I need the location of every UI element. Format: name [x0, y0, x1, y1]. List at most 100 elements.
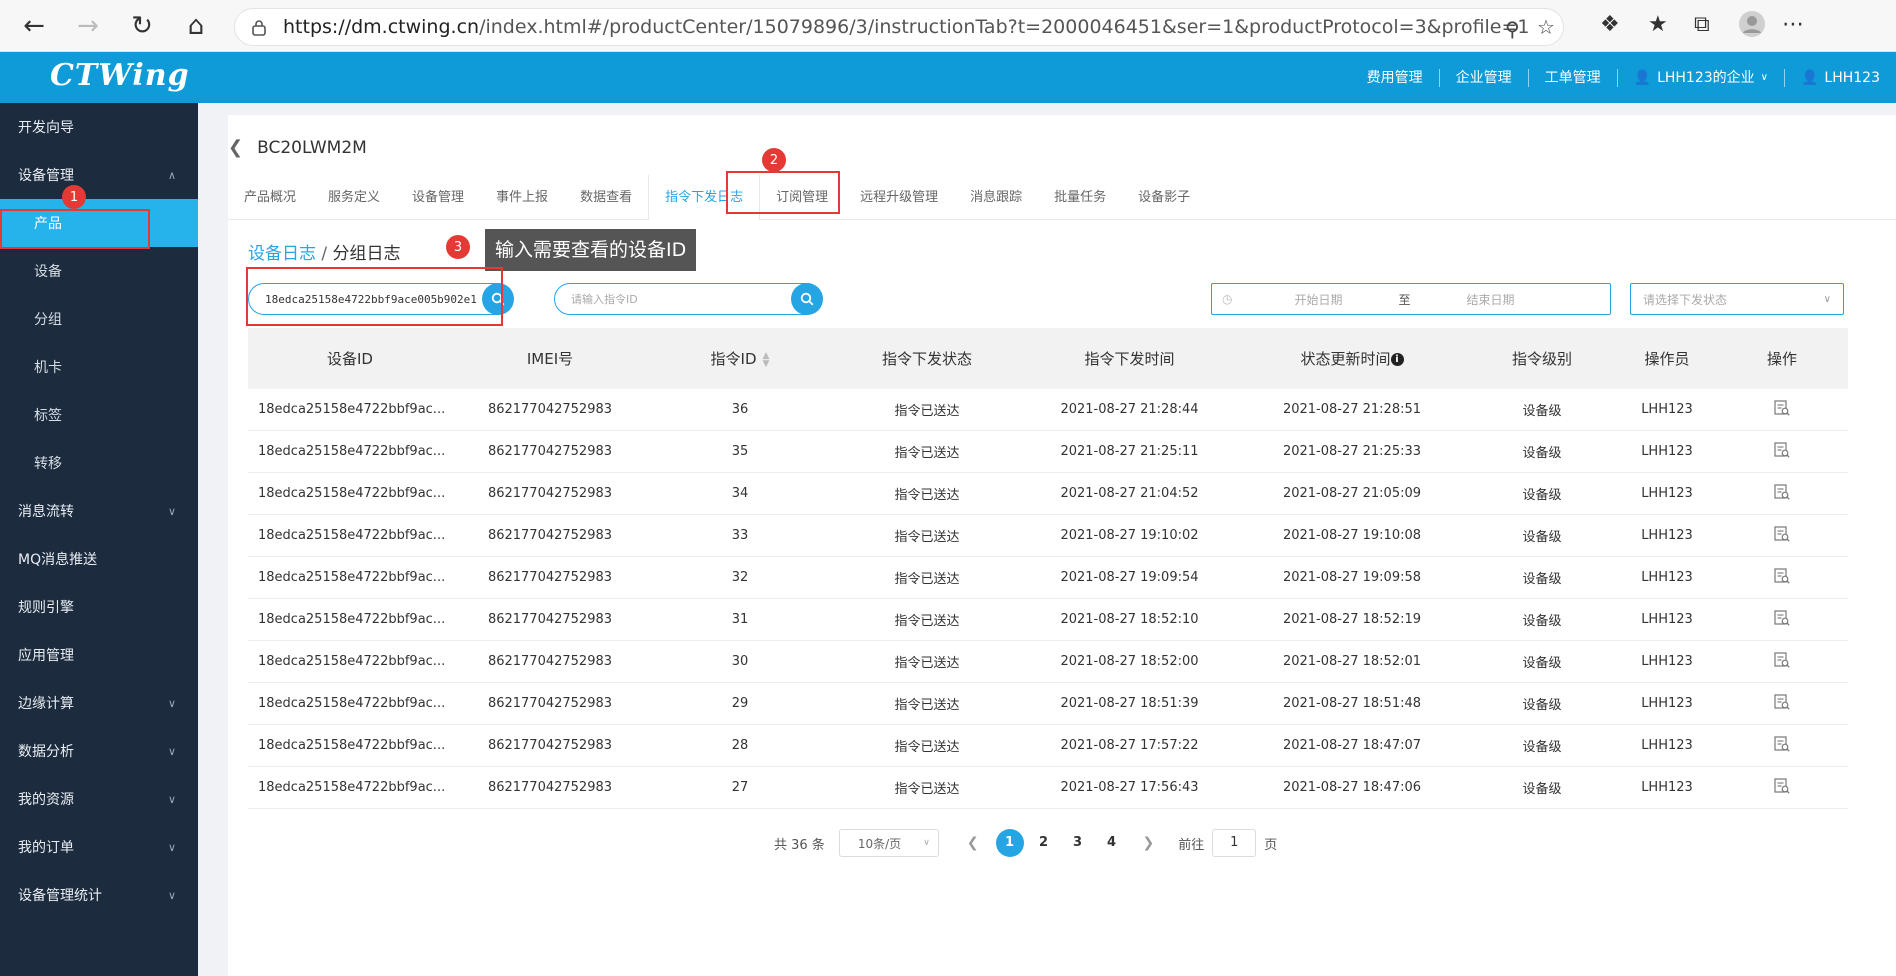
company-menu[interactable]: 👤 LHH123的企业 ∨ [1616, 68, 1784, 87]
status-select[interactable]: 请选择下发状态 ∨ [1630, 283, 1844, 315]
page-number[interactable]: 1 [995, 829, 1024, 857]
tab-overview[interactable]: 产品概况 [228, 175, 312, 220]
favorite-add-icon[interactable]: ☆ [1537, 15, 1555, 39]
tab-device-mgmt[interactable]: 设备管理 [396, 175, 480, 220]
date-range-picker[interactable]: ◷ 开始日期 至 结束日期 [1211, 283, 1611, 315]
col-operator: 操作员 [1644, 350, 1690, 368]
sidebar-item-data-analysis[interactable]: 数据分析 ∨ [0, 727, 198, 775]
page-number[interactable]: 4 [1098, 829, 1126, 857]
cell-status: 指令已送达 [894, 698, 960, 713]
sidebar-item-message-flow[interactable]: 消息流转 ∨ [0, 487, 198, 535]
cell-update-time: 2021-08-27 19:10:08 [1282, 528, 1422, 543]
forward-icon[interactable]: → [68, 6, 108, 46]
tab-message-trace[interactable]: 消息跟踪 [954, 175, 1038, 220]
end-date-input[interactable]: 结束日期 [1467, 291, 1515, 308]
profile-avatar[interactable] [1738, 10, 1766, 44]
cell-operator: LHH123 [1641, 570, 1693, 585]
company-name: LHH123的企业 [1657, 69, 1755, 86]
subtab-device-log[interactable]: 设备日志 [248, 244, 316, 264]
command-id-search[interactable]: 请输入指令ID [554, 283, 823, 315]
header-link-tickets[interactable]: 工单管理 [1527, 68, 1617, 87]
extensions-icon[interactable]: ❖ [1600, 12, 1620, 37]
view-detail-icon[interactable] [1717, 651, 1847, 673]
info-icon[interactable]: i [1390, 353, 1404, 366]
product-tabs: 产品概况 服务定义 设备管理 事件上报 数据查看 指令下发日志 订阅管理 远程升… [228, 175, 1896, 220]
view-detail-icon[interactable] [1717, 399, 1847, 421]
tab-event-report[interactable]: 事件上报 [480, 175, 564, 220]
tab-service-definition[interactable]: 服务定义 [312, 175, 396, 220]
cell-status: 指令已送达 [894, 782, 960, 797]
command-id-input[interactable]: 请输入指令ID [571, 291, 638, 307]
cell-command-id: 35 [731, 444, 749, 459]
address-bar[interactable]: https://dm.ctwing.cn/index.html#/product… [234, 8, 1564, 46]
cell-imei: 862177042752983 [487, 696, 613, 711]
sort-icon[interactable]: ▲ ▼ [763, 351, 770, 368]
view-detail-icon[interactable] [1717, 735, 1847, 757]
sidebar-item-label: MQ消息推送 [18, 552, 98, 568]
view-detail-icon[interactable] [1717, 441, 1847, 463]
sidebar-item-tag[interactable]: 标签 [0, 391, 198, 439]
user-menu[interactable]: 👤 LHH123 [1783, 68, 1896, 87]
next-page-icon[interactable]: ❯ [1143, 835, 1155, 851]
tab-ota-upgrade[interactable]: 远程升级管理 [844, 175, 954, 220]
cell-command-id: 33 [731, 528, 749, 543]
goto-page-input[interactable]: 1 [1212, 829, 1257, 857]
view-detail-icon[interactable] [1717, 525, 1847, 547]
home-icon[interactable]: ⌂ [176, 6, 216, 46]
sidebar-item-device-stats[interactable]: 设备管理统计 ∨ [0, 871, 198, 919]
cell-operator: LHH123 [1641, 528, 1693, 543]
page-size-select[interactable]: 10条/页 ∨ [838, 829, 939, 857]
chevron-down-icon: ∨ [1760, 71, 1768, 83]
ctwing-logo[interactable]: CTWing [50, 58, 190, 93]
sidebar-item-transfer[interactable]: 转移 [0, 439, 198, 487]
collections-icon[interactable]: ⧉ [1694, 12, 1710, 37]
zoom-icon[interactable]: ⚲ [1505, 17, 1520, 41]
chevron-down-icon: ∨ [167, 744, 176, 758]
tab-data-view[interactable]: 数据查看 [564, 175, 648, 220]
back-arrow-icon[interactable]: ❮ [228, 137, 243, 158]
sidebar-item-rule-engine[interactable]: 规则引擎 [0, 583, 198, 631]
chevron-down-icon: ∨ [167, 696, 176, 710]
sidebar-item-dev-guide[interactable]: 开发向导 [0, 103, 198, 151]
sidebar-item-label: 我的资源 [18, 792, 74, 808]
view-detail-icon[interactable] [1717, 483, 1847, 505]
view-detail-icon[interactable] [1717, 567, 1847, 589]
tab-device-shadow[interactable]: 设备影子 [1122, 175, 1206, 220]
start-date-input[interactable]: 开始日期 [1294, 291, 1342, 308]
cell-device-id: 18edca25158e4722bbf9ac... [258, 444, 446, 459]
total-count: 共 36 条 [774, 837, 825, 853]
cell-level: 设备级 [1522, 740, 1562, 755]
more-icon[interactable]: ⋯ [1782, 12, 1804, 37]
cell-level: 设备级 [1522, 572, 1562, 587]
sidebar-item-mq-push[interactable]: MQ消息推送 [0, 535, 198, 583]
sidebar-item-app-mgmt[interactable]: 应用管理 [0, 631, 198, 679]
sidebar-item-group[interactable]: 分组 [0, 295, 198, 343]
header-link-billing[interactable]: 费用管理 [1351, 69, 1439, 87]
favorites-icon[interactable]: ★ [1648, 12, 1668, 37]
lock-icon [251, 18, 267, 36]
page-number[interactable]: 3 [1064, 829, 1092, 857]
view-detail-icon[interactable] [1717, 609, 1847, 631]
chevron-down-icon: ∨ [167, 504, 176, 518]
view-detail-icon[interactable] [1717, 777, 1847, 799]
back-icon[interactable]: ← [14, 6, 54, 46]
tab-batch-task[interactable]: 批量任务 [1038, 175, 1122, 220]
subtab-group-log[interactable]: 分组日志 [333, 244, 401, 264]
sidebar-item-device-mgmt[interactable]: 设备管理 ∧ [0, 151, 198, 199]
cell-command-id: 31 [731, 612, 749, 627]
sidebar-item-device[interactable]: 设备 [0, 247, 198, 295]
page-number[interactable]: 2 [1030, 829, 1058, 857]
col-command-id[interactable]: 指令ID ▲ ▼ [648, 348, 832, 369]
search-icon[interactable] [791, 283, 823, 315]
sidebar-item-my-orders[interactable]: 我的订单 ∨ [0, 823, 198, 871]
sidebar-item-my-resources[interactable]: 我的资源 ∨ [0, 775, 198, 823]
sidebar-item-sim-card[interactable]: 机卡 [0, 343, 198, 391]
view-detail-icon[interactable] [1717, 693, 1847, 715]
reload-icon[interactable]: ↻ [122, 6, 162, 46]
cell-imei: 862177042752983 [487, 612, 613, 627]
sidebar-item-edge-computing[interactable]: 边缘计算 ∨ [0, 679, 198, 727]
cell-device-id: 18edca25158e4722bbf9ac... [258, 654, 446, 669]
header-link-enterprise[interactable]: 企业管理 [1438, 68, 1528, 87]
prev-page-icon[interactable]: ❮ [967, 835, 979, 851]
user-name: LHH123 [1824, 69, 1880, 86]
